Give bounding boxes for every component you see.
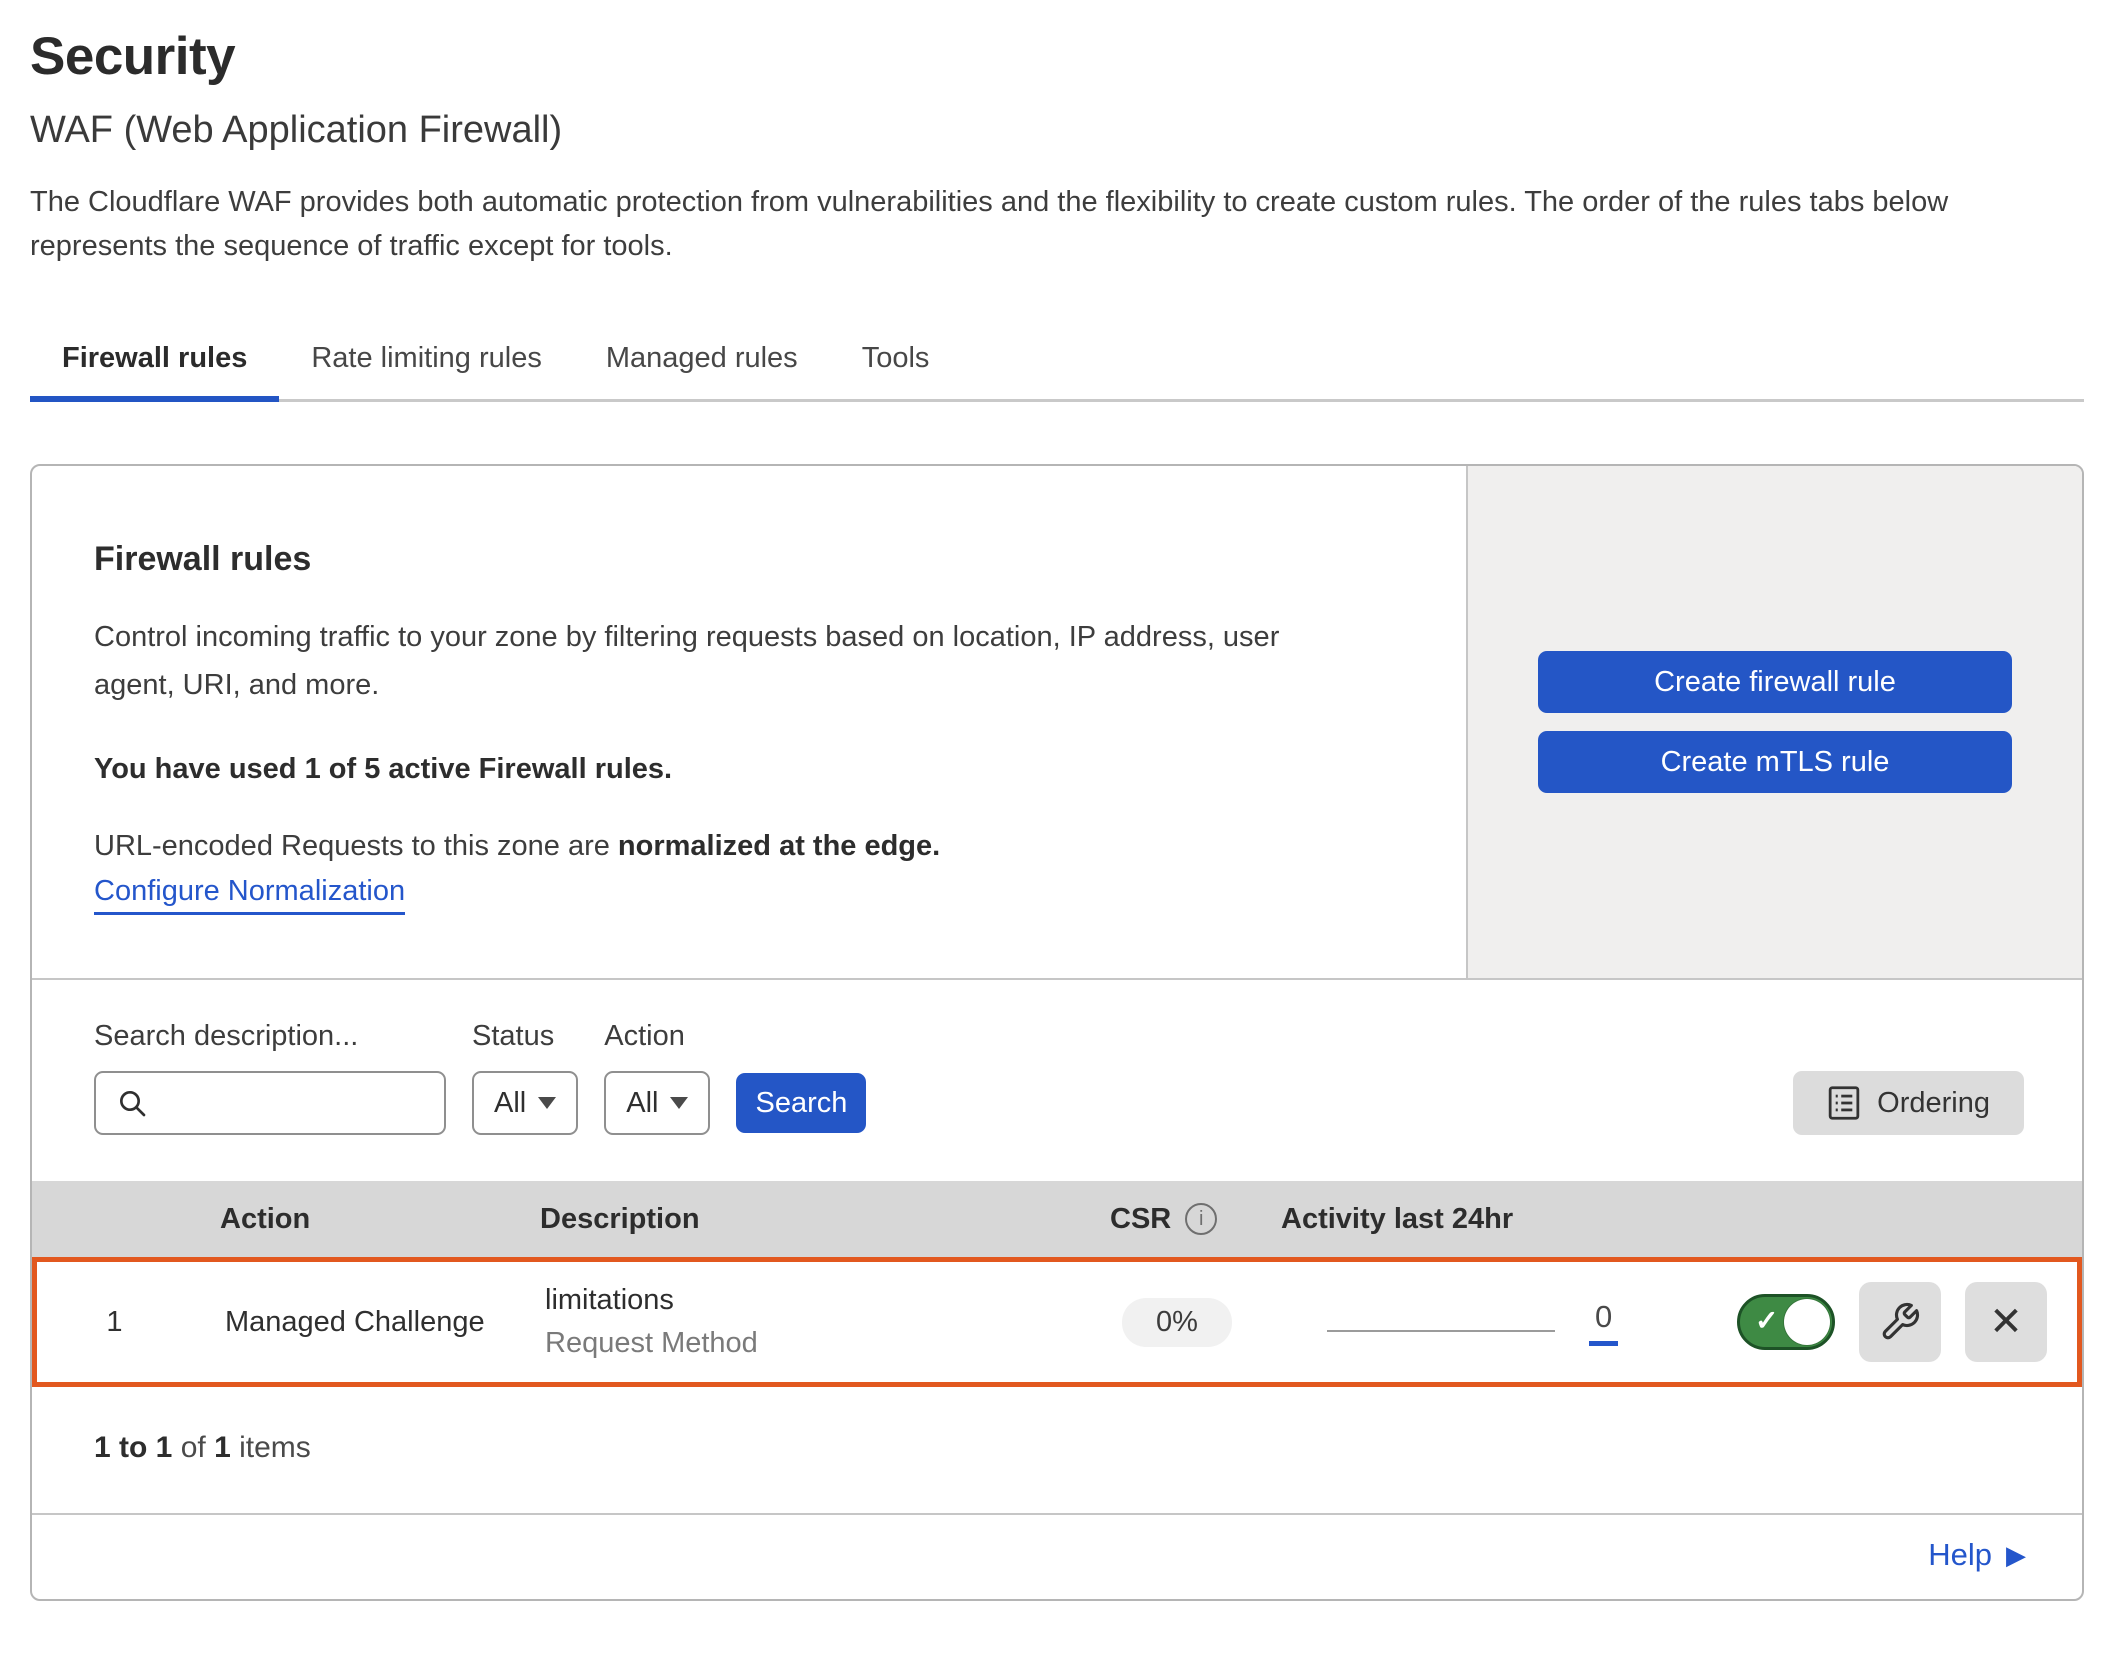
status-select[interactable]: All	[472, 1071, 578, 1135]
search-description-group: Search description...	[94, 1020, 446, 1135]
header-csr-label: CSR	[1110, 1203, 1171, 1236]
firewall-rules-description: Control incoming traffic to your zone by…	[94, 613, 1366, 709]
status-filter-group: Status All	[472, 1020, 578, 1135]
check-icon: ✓	[1755, 1304, 1778, 1337]
rule-csr-cell: 0%	[1082, 1298, 1272, 1347]
status-select-value: All	[494, 1087, 526, 1120]
firewall-rules-heading: Firewall rules	[94, 540, 1366, 579]
items-count: 1 to 1 of 1 items	[32, 1387, 2082, 1515]
normalization-note-bold: normalized at the edge.	[618, 830, 940, 862]
usage-summary: You have used 1 of 5 active Firewall rul…	[94, 753, 1366, 786]
tab-firewall-rules[interactable]: Firewall rules	[30, 326, 279, 399]
close-icon: ✕	[1989, 1299, 2023, 1345]
normalization-note-text: URL-encoded Requests to this zone are	[94, 830, 618, 862]
delete-rule-button[interactable]: ✕	[1965, 1282, 2047, 1362]
items-count-total: 1	[214, 1431, 231, 1464]
firewall-rules-card: Firewall rules Control incoming traffic …	[30, 464, 2084, 1601]
toggle-knob	[1784, 1299, 1830, 1345]
rule-index: 1	[37, 1306, 192, 1339]
header-action: Action	[187, 1203, 537, 1236]
activity-count-link[interactable]: 0	[1589, 1299, 1618, 1346]
activity-sparkline	[1327, 1330, 1555, 1332]
card-top-section: Firewall rules Control incoming traffic …	[32, 466, 2082, 980]
action-label: Action	[604, 1020, 710, 1053]
rule-enabled-toggle[interactable]: ✓	[1737, 1294, 1835, 1350]
help-link[interactable]: Help ▶	[1928, 1537, 2026, 1573]
help-arrow-icon: ▶	[2006, 1540, 2026, 1571]
caret-down-icon	[538, 1097, 556, 1109]
create-firewall-rule-button[interactable]: Create firewall rule	[1538, 651, 2012, 713]
items-count-of: of	[172, 1431, 214, 1464]
rule-row: 1 Managed Challenge limitations Request …	[32, 1257, 2082, 1387]
card-actions-column: Create firewall rule Create mTLS rule	[1466, 466, 2082, 978]
rule-controls-cell: ✓ ✕	[1727, 1282, 2077, 1362]
rule-activity-cell: 0	[1272, 1299, 1727, 1346]
csr-badge: 0%	[1122, 1298, 1232, 1347]
tab-rate-limiting-rules[interactable]: Rate limiting rules	[279, 326, 573, 399]
filter-bar: Search description... Status All Action	[32, 980, 2082, 1181]
search-button[interactable]: Search	[736, 1073, 866, 1133]
page-title: Security	[30, 26, 2084, 87]
action-select[interactable]: All	[604, 1071, 710, 1135]
rule-action: Managed Challenge	[192, 1306, 542, 1339]
action-select-value: All	[626, 1087, 658, 1120]
rule-description-cell: limitations Request Method	[542, 1284, 1082, 1360]
create-mtls-rule-button[interactable]: Create mTLS rule	[1538, 731, 2012, 793]
header-csr: CSR i	[1087, 1203, 1277, 1236]
help-link-label: Help	[1928, 1537, 1992, 1573]
configure-normalization-link[interactable]: Configure Normalization	[94, 875, 405, 915]
rule-description-field: Request Method	[545, 1327, 1082, 1360]
rule-description: limitations	[545, 1284, 1082, 1317]
ordering-button-label: Ordering	[1877, 1087, 1990, 1120]
rules-tab-bar: Firewall rules Rate limiting rules Manag…	[30, 326, 2084, 402]
status-label: Status	[472, 1020, 578, 1053]
help-row: Help ▶	[32, 1515, 2082, 1599]
edit-rule-button[interactable]	[1859, 1282, 1941, 1362]
security-waf-page: Security WAF (Web Application Firewall) …	[0, 26, 2114, 1601]
search-box	[94, 1071, 446, 1135]
ordering-button[interactable]: Ordering	[1793, 1071, 2024, 1135]
page-subtitle: WAF (Web Application Firewall)	[30, 109, 2084, 152]
info-icon[interactable]: i	[1185, 1203, 1217, 1235]
wrench-icon	[1879, 1301, 1921, 1343]
page-description: The Cloudflare WAF provides both automat…	[30, 180, 2020, 268]
search-icon	[116, 1087, 148, 1119]
tab-tools[interactable]: Tools	[830, 326, 962, 399]
table-header: Action Description CSR i Activity last 2…	[32, 1181, 2082, 1257]
caret-down-icon	[670, 1097, 688, 1109]
header-activity: Activity last 24hr	[1277, 1203, 1732, 1236]
header-description: Description	[537, 1203, 1087, 1236]
normalization-note: URL-encoded Requests to this zone are no…	[94, 830, 1366, 863]
tab-managed-rules[interactable]: Managed rules	[574, 326, 830, 399]
items-count-suffix: items	[231, 1431, 311, 1464]
ordering-icon	[1827, 1085, 1861, 1121]
search-description-label: Search description...	[94, 1020, 446, 1053]
action-filter-group: Action All	[604, 1020, 710, 1135]
card-info-column: Firewall rules Control incoming traffic …	[32, 466, 1466, 978]
items-count-range: 1 to 1	[94, 1431, 172, 1464]
